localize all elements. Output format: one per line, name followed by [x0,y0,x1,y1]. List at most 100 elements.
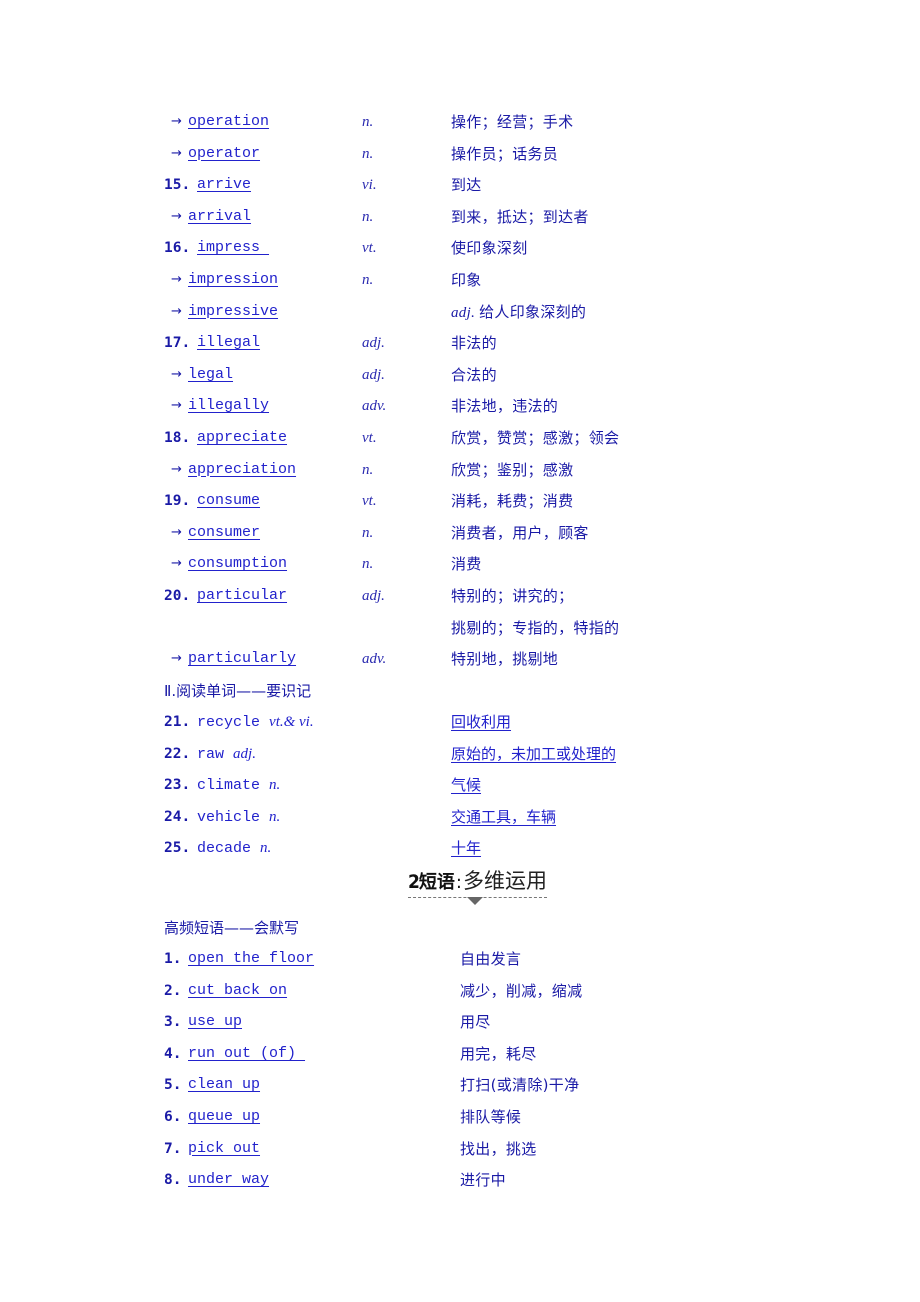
vocab-word[interactable]: impress [197,238,269,258]
entry-number: 21. [164,714,191,730]
derived-word[interactable]: illegally [188,396,269,416]
phrase-text[interactable]: queue up [188,1107,260,1127]
phrase-text[interactable]: clean up [188,1075,260,1095]
vocab-word[interactable]: particular [197,586,287,606]
phrase-text[interactable]: under way [188,1170,269,1190]
phrase-number: 1. [164,951,182,967]
phrase-row: 1. open the floor 自由发言 [0,949,920,981]
vocab-row: 20. particular adj. 特别的；讲究的； [0,586,920,618]
phrase-text[interactable]: use up [188,1012,242,1032]
vocab-word[interactable]: consume [197,491,260,511]
derived-word[interactable]: legal [188,365,233,385]
vocab-row: → illegally adv. 非法地，违法的 [0,396,920,428]
phrase-text[interactable]: open the floor [188,949,314,969]
meaning: 非法的 [451,333,497,353]
section-heading-number: 2 [408,871,420,893]
part-of-speech: adj. [233,745,256,762]
derived-word[interactable]: impression [188,270,278,290]
vocab-row: → legal adj. 合法的 [0,365,920,397]
phrase-meaning: 排队等候 [460,1108,522,1126]
phrase-number: 6. [164,1109,182,1125]
reading-word-text: climate [197,777,261,795]
reading-meaning[interactable]: 原始的，未加工或处理的 [451,744,616,764]
derived-word[interactable]: consumer [188,523,260,543]
phrase-row: 5. clean up 打扫(或清除)干净 [0,1075,920,1107]
reading-word: vehicle n. [197,807,280,828]
phrase-row: 2. cut back on 减少，削减，缩减 [0,981,920,1013]
derived-word[interactable]: particularly [188,649,296,669]
vocab-row: → particularly adv. 特别地，挑剔地 [0,649,920,681]
phrase-text[interactable]: run out (of) [188,1044,305,1064]
entry-number: 18. [164,430,191,446]
entry-number: 25. [164,840,191,857]
reading-meaning[interactable]: 十年 [451,838,481,858]
vocab-word[interactable]: appreciate [197,428,287,448]
arrow-right-icon: → [171,398,182,414]
phrase-number: 3. [164,1014,182,1031]
reading-meaning[interactable]: 气候 [451,775,481,795]
part-of-speech: vi. [362,177,377,194]
part-of-speech: n. [269,777,281,794]
reading-row: 24. vehicle n. 交通工具，车辆 [0,807,920,839]
derived-word[interactable]: operator [188,144,260,164]
meaning: 合法的 [451,365,497,385]
derived-word[interactable]: impressive [188,302,278,322]
meaning-text: 欣赏，赞赏；感激；领会 [451,429,620,447]
meaning: 特别的；讲究的； [451,586,573,606]
derived-word[interactable]: operation [188,112,269,132]
part-of-speech: vt. [362,430,377,446]
part-of-speech: vt. [362,240,377,257]
phrase-number: 8. [164,1172,182,1189]
section-heading-separator: : [455,872,462,893]
phrase-meaning: 自由发言 [460,950,522,968]
derived-word[interactable]: consumption [188,554,287,574]
phrase-meaning: 进行中 [460,1171,506,1190]
arrow-right-icon: → [171,556,182,572]
meaning-text: 消费 [451,555,482,574]
reading-meaning[interactable]: 交通工具，车辆 [451,807,556,827]
meaning: 到达 [451,175,482,195]
reading-meaning[interactable]: 回收利用 [451,712,511,732]
meaning: adj. 给人印象深刻的 [451,302,586,323]
entry-number: 17. [164,335,191,352]
part-of-speech: n. [362,145,374,162]
reading-row: 25. decade n. 十年 [0,838,920,870]
phrases-section-label: 高频短语——会默写 [164,919,300,937]
part-of-speech: adv. [362,651,387,668]
meaning-text: 消费者，用户，顾客 [451,523,589,542]
section-heading-rest: 多维运用 [462,869,547,893]
vocab-word[interactable]: arrive [197,175,251,195]
derived-word[interactable]: appreciation [188,460,296,480]
phrase-meaning: 用完，耗尽 [460,1044,537,1063]
phrase-meaning: 减少，削减，缩减 [460,981,583,1000]
meaning-text: 挑剔的；专指的，特指的 [451,618,620,637]
meaning: 消费者，用户，顾客 [451,523,589,543]
arrow-right-icon: → [171,651,182,667]
phrase-meaning: 打扫(或清除)干净 [460,1076,580,1095]
meaning: 到来，抵达；到达者 [451,207,589,227]
meaning-text: 特别的；讲究的； [451,587,574,605]
phrase-text[interactable]: pick out [188,1139,260,1159]
part-of-speech: n. [260,840,272,857]
meaning-part-of-speech: adj. [451,304,476,321]
part-of-speech: n. [362,461,374,478]
meaning: 消耗，耗费；消费 [451,491,573,511]
meaning: 操作；经营；手术 [451,112,573,132]
arrow-right-icon: → [171,114,182,129]
reading-word-text: recycle [197,714,261,731]
phrase-row: 4. run out (of) 用完，耗尽 [0,1044,920,1076]
meaning-text: 非法地，违法的 [451,397,559,416]
phrase-text[interactable]: cut back on [188,981,287,1001]
reading-word-text: decade [197,840,252,858]
part-of-speech: adj. [362,335,385,352]
vocab-row: 18. appreciate vt. 欣赏，赞赏；感激；领会 [0,428,920,460]
phrase-number: 2. [164,982,182,999]
arrow-right-icon: → [171,366,182,382]
vocab-word[interactable]: illegal [197,333,260,353]
reading-word-text: vehicle [197,808,261,826]
derived-word[interactable]: arrival [188,207,251,227]
meaning-text: 操作员；话务员 [451,144,559,163]
meaning: 消费 [451,554,482,574]
arrow-right-icon: → [171,208,182,224]
meaning: 印象 [451,270,482,290]
